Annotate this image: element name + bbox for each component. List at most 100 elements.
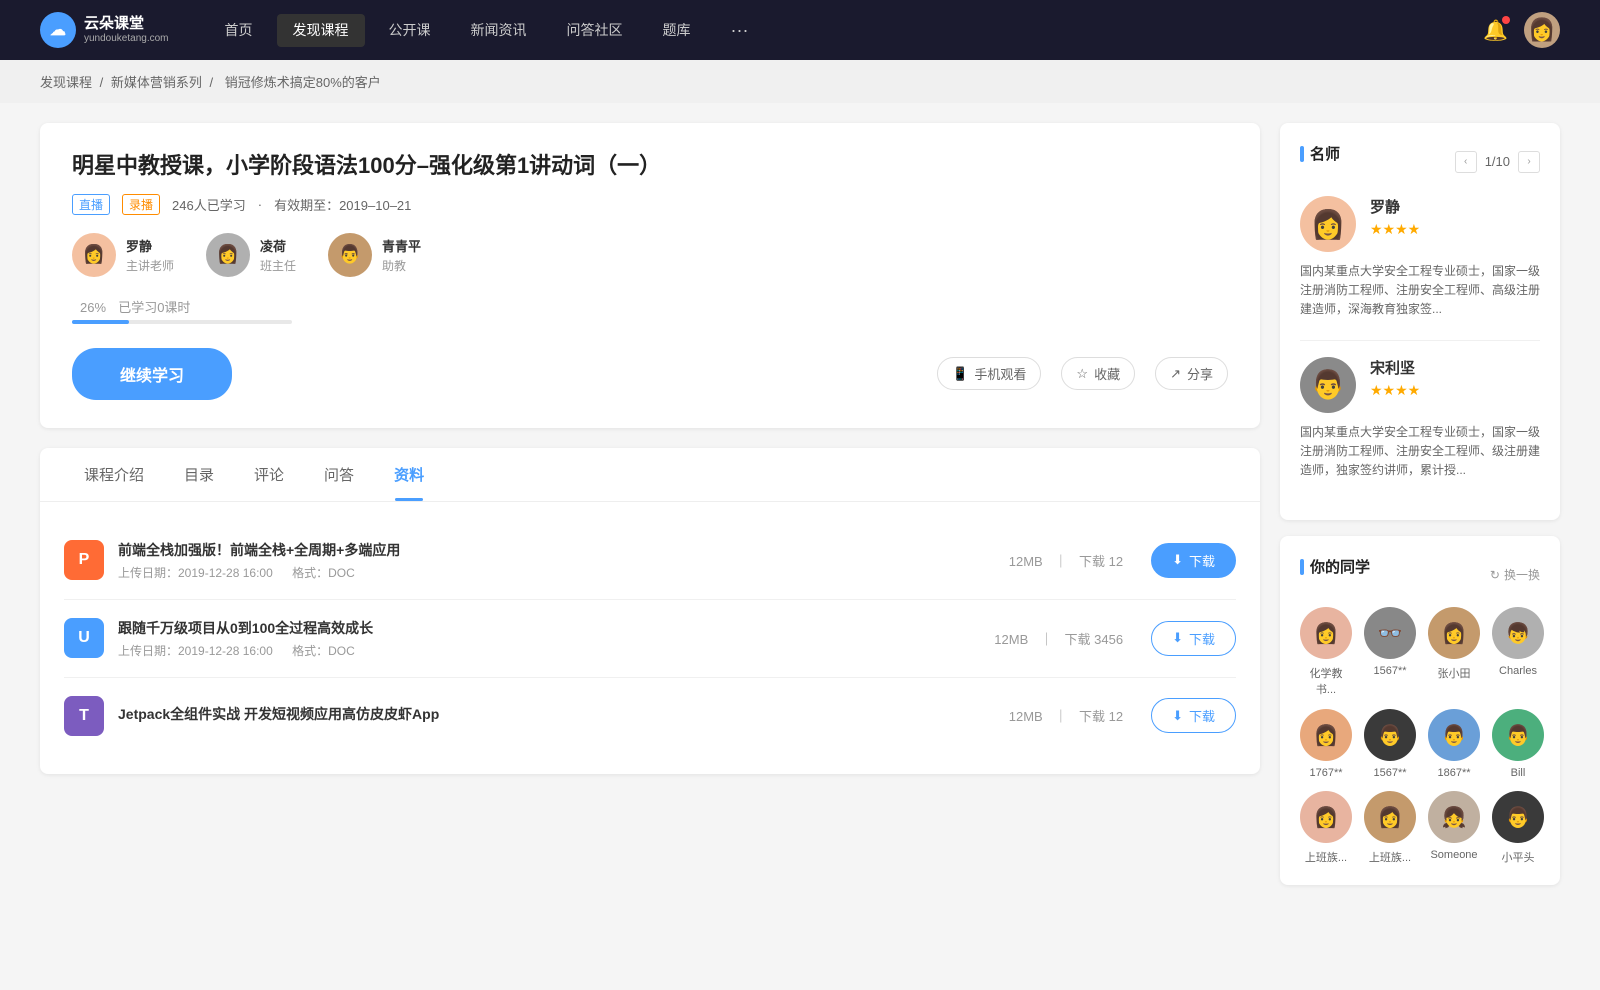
nav-more[interactable]: ··· bbox=[715, 14, 765, 47]
file-item-2: T Jetpack全组件实战 开发短视频应用高仿皮皮虾App 12MB ｜ 下载… bbox=[64, 678, 1236, 754]
classmate-7[interactable]: 👨 Bill bbox=[1492, 709, 1544, 779]
sidebar-teacher-0-stars: ★★★★ bbox=[1370, 221, 1540, 238]
classmate-10-name: Someone bbox=[1430, 849, 1477, 861]
content-area: 明星中教授课，小学阶段语法100分–强化级第1讲动词（一） 直播 录播 246人… bbox=[40, 123, 1260, 901]
valid-until: 有效期至：2019–10–21 bbox=[274, 195, 411, 214]
teacher-0-role: 主讲老师 bbox=[126, 257, 174, 274]
download-button-1[interactable]: ⬇ 下载 bbox=[1151, 621, 1236, 656]
teacher-2-name: 青青平 bbox=[382, 236, 421, 255]
teacher-2-role: 助教 bbox=[382, 257, 421, 274]
share-button[interactable]: ↗ 分享 bbox=[1155, 357, 1228, 390]
download-button-2[interactable]: ⬇ 下载 bbox=[1151, 698, 1236, 733]
course-header-card: 明星中教授课，小学阶段语法100分–强化级第1讲动词（一） 直播 录播 246人… bbox=[40, 123, 1260, 428]
download-icon-1: ⬇ bbox=[1172, 630, 1183, 646]
tab-catalog[interactable]: 目录 bbox=[164, 448, 234, 501]
classmates-header: 你的同学 ↻ 换一换 bbox=[1300, 556, 1540, 593]
classmate-10[interactable]: 👧 Someone bbox=[1428, 791, 1480, 865]
refresh-icon: ↻ bbox=[1490, 568, 1500, 582]
teacher-0-avatar: 👩 bbox=[72, 233, 116, 277]
prev-teacher-button[interactable]: ‹ bbox=[1455, 151, 1477, 173]
nav-home[interactable]: 首页 bbox=[209, 14, 269, 47]
classmate-4-avatar: 👩 bbox=[1300, 709, 1352, 761]
breadcrumb-series[interactable]: 新媒体营销系列 bbox=[111, 75, 202, 90]
classmate-5[interactable]: 👨 1567** bbox=[1364, 709, 1416, 779]
classmate-11-name: 小平头 bbox=[1502, 849, 1535, 865]
file-icon-2: T bbox=[64, 696, 104, 736]
sidebar-teacher-1-desc: 国内某重点大学安全工程专业硕士，国家一级注册消防工程师、注册安全工程师、级注册建… bbox=[1300, 423, 1540, 481]
classmate-9-avatar: 👩 bbox=[1364, 791, 1416, 843]
classmates-grid: 👩 化学教书... 👓 1567** 👩 张小田 👦 Charles bbox=[1300, 607, 1540, 865]
teacher-1-name: 凌荷 bbox=[260, 236, 296, 255]
students-count: 246人已学习 bbox=[172, 195, 246, 214]
file-icon-1: U bbox=[64, 618, 104, 658]
sidebar-teacher-1-stars: ★★★★ bbox=[1370, 382, 1540, 399]
nav-bank[interactable]: 题库 bbox=[647, 14, 707, 47]
share-icon: ↗ bbox=[1170, 366, 1181, 382]
classmate-2[interactable]: 👩 张小田 bbox=[1428, 607, 1480, 697]
tabs-header: 课程介绍 目录 评论 问答 资料 bbox=[40, 448, 1260, 502]
classmate-5-name: 1567** bbox=[1373, 767, 1406, 779]
progress-label: 26% 已学习0课时 bbox=[72, 297, 1228, 316]
teacher-1-role: 班主任 bbox=[260, 257, 296, 274]
breadcrumb-discover[interactable]: 发现课程 bbox=[40, 75, 92, 90]
main-layout: 明星中教授课，小学阶段语法100分–强化级第1讲动词（一） 直播 录播 246人… bbox=[0, 103, 1600, 921]
classmate-9[interactable]: 👩 上班族... bbox=[1364, 791, 1416, 865]
classmate-9-name: 上班族... bbox=[1369, 849, 1411, 865]
classmate-11[interactable]: 👨 小平头 bbox=[1492, 791, 1544, 865]
sidebar-teacher-0: 👩 罗静 ★★★★ 国内某重点大学安全工程专业硕士，国家一级注册消防工程师、注册… bbox=[1300, 196, 1540, 320]
classmate-3[interactable]: 👦 Charles bbox=[1492, 607, 1544, 697]
classmate-11-avatar: 👨 bbox=[1492, 791, 1544, 843]
classmate-8[interactable]: 👩 上班族... bbox=[1300, 791, 1352, 865]
classmate-4[interactable]: 👩 1767** bbox=[1300, 709, 1352, 779]
tabs-content: P 前端全栈加强版！前端全栈+全周期+多端应用 上传日期：2019-12-28 … bbox=[40, 502, 1260, 774]
classmate-1-avatar: 👓 bbox=[1364, 607, 1416, 659]
nav-public[interactable]: 公开课 bbox=[373, 14, 447, 47]
teachers-sidebar-title: 名师 bbox=[1300, 143, 1340, 164]
file-item-0: P 前端全栈加强版！前端全栈+全周期+多端应用 上传日期：2019-12-28 … bbox=[64, 522, 1236, 600]
file-meta-0: 上传日期：2019-12-28 16:00 格式：DOC bbox=[118, 564, 981, 581]
nav-qa[interactable]: 问答社区 bbox=[551, 14, 639, 47]
collect-button[interactable]: ☆ 收藏 bbox=[1061, 357, 1135, 390]
logo-text: 云朵课堂 yundouketang.com bbox=[84, 15, 169, 45]
teacher-1-avatar: 👩 bbox=[206, 233, 250, 277]
file-name-0: 前端全栈加强版！前端全栈+全周期+多端应用 bbox=[118, 540, 981, 560]
download-icon-2: ⬇ bbox=[1172, 708, 1183, 724]
classmate-10-avatar: 👧 bbox=[1428, 791, 1480, 843]
teacher-0: 👩 罗静 主讲老师 bbox=[72, 233, 174, 277]
tab-materials[interactable]: 资料 bbox=[374, 448, 444, 501]
teacher-1: 👩 凌荷 班主任 bbox=[206, 233, 296, 277]
notification-bell[interactable]: 🔔 bbox=[1483, 18, 1508, 43]
next-teacher-button[interactable]: › bbox=[1518, 151, 1540, 173]
classmate-1[interactable]: 👓 1567** bbox=[1364, 607, 1416, 697]
nav-discover[interactable]: 发现课程 bbox=[277, 14, 365, 47]
classmate-6[interactable]: 👨 1867** bbox=[1428, 709, 1480, 779]
notification-dot bbox=[1502, 16, 1510, 24]
sidebar-teacher-0-desc: 国内某重点大学安全工程专业硕士，国家一级注册消防工程师、注册安全工程师、高级注册… bbox=[1300, 262, 1540, 320]
download-button-0[interactable]: ⬇ 下载 bbox=[1151, 543, 1236, 578]
download-icon-0: ⬇ bbox=[1172, 552, 1183, 568]
tab-qa[interactable]: 问答 bbox=[304, 448, 374, 501]
badge-live: 直播 bbox=[72, 194, 110, 215]
tab-intro[interactable]: 课程介绍 bbox=[64, 448, 164, 501]
refresh-classmates-button[interactable]: ↻ 换一换 bbox=[1490, 566, 1540, 583]
course-actions: 继续学习 📱 手机观看 ☆ 收藏 ↗ 分享 bbox=[72, 348, 1228, 400]
teachers-list: 👩 罗静 主讲老师 👩 凌荷 班主任 👨 青青平 bbox=[72, 233, 1228, 277]
logo[interactable]: ☁ 云朵课堂 yundouketang.com bbox=[40, 12, 169, 48]
nav-right: 🔔 👩 bbox=[1483, 12, 1560, 48]
star-icon: ☆ bbox=[1076, 366, 1088, 382]
classmate-3-avatar: 👦 bbox=[1492, 607, 1544, 659]
tab-review[interactable]: 评论 bbox=[234, 448, 304, 501]
teacher-2-avatar: 👨 bbox=[328, 233, 372, 277]
badge-rec: 录播 bbox=[122, 194, 160, 215]
breadcrumb-current: 销冠修炼术搞定80%的客户 bbox=[225, 75, 381, 90]
classmate-3-name: Charles bbox=[1499, 665, 1537, 677]
teacher-pagination: ‹ 1/10 › bbox=[1455, 151, 1540, 173]
sidebar-teacher-1-avatar: 👨 bbox=[1300, 357, 1356, 413]
user-avatar[interactable]: 👩 bbox=[1524, 12, 1560, 48]
classmate-0[interactable]: 👩 化学教书... bbox=[1300, 607, 1352, 697]
logo-icon: ☁ bbox=[40, 12, 76, 48]
teacher-divider bbox=[1300, 340, 1540, 341]
continue-button[interactable]: 继续学习 bbox=[72, 348, 232, 400]
nav-news[interactable]: 新闻资讯 bbox=[455, 14, 543, 47]
mobile-watch-button[interactable]: 📱 手机观看 bbox=[937, 357, 1041, 390]
